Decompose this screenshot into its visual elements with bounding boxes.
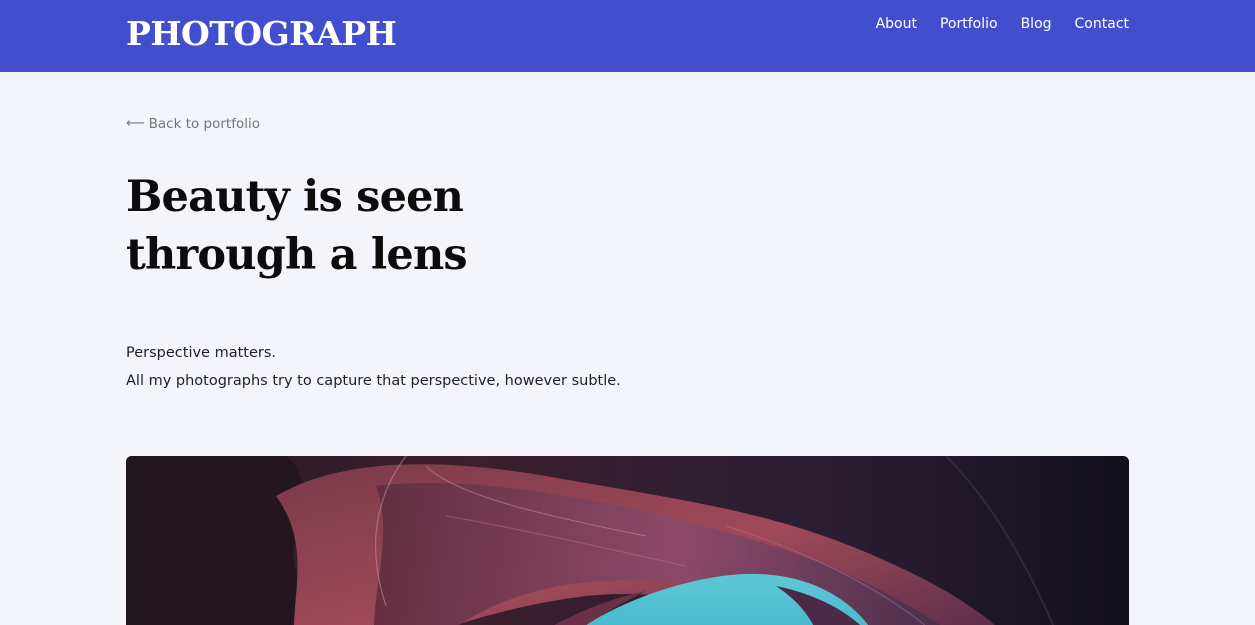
description-line-1: Perspective matters. — [126, 345, 277, 361]
page-title-line-1: Beauty is seen — [126, 172, 464, 222]
description-line-2: All my photographs try to capture that p… — [126, 373, 621, 389]
page-title: Beauty is seen through a lens — [126, 168, 686, 284]
site-logo[interactable]: PHOTOGRAPH — [126, 14, 397, 54]
hero-image — [126, 456, 1129, 625]
main-nav: About Portfolio Blog Contact — [876, 15, 1129, 33]
canyon-photo-icon — [126, 456, 1129, 625]
page-title-line-2: through a lens — [126, 230, 468, 280]
page-description: Perspective matters. All my photographs … — [126, 339, 621, 395]
site-header: PHOTOGRAPH About Portfolio Blog Contact — [0, 0, 1255, 72]
arrow-left-icon: ⟵ — [126, 116, 145, 131]
nav-link-contact[interactable]: Contact — [1075, 15, 1129, 33]
back-link-label: Back to portfolio — [148, 116, 260, 132]
back-to-portfolio-link[interactable]: ⟵ Back to portfolio — [126, 115, 260, 133]
nav-link-about[interactable]: About — [876, 15, 917, 33]
nav-link-portfolio[interactable]: Portfolio — [940, 15, 998, 33]
nav-link-blog[interactable]: Blog — [1021, 15, 1052, 33]
